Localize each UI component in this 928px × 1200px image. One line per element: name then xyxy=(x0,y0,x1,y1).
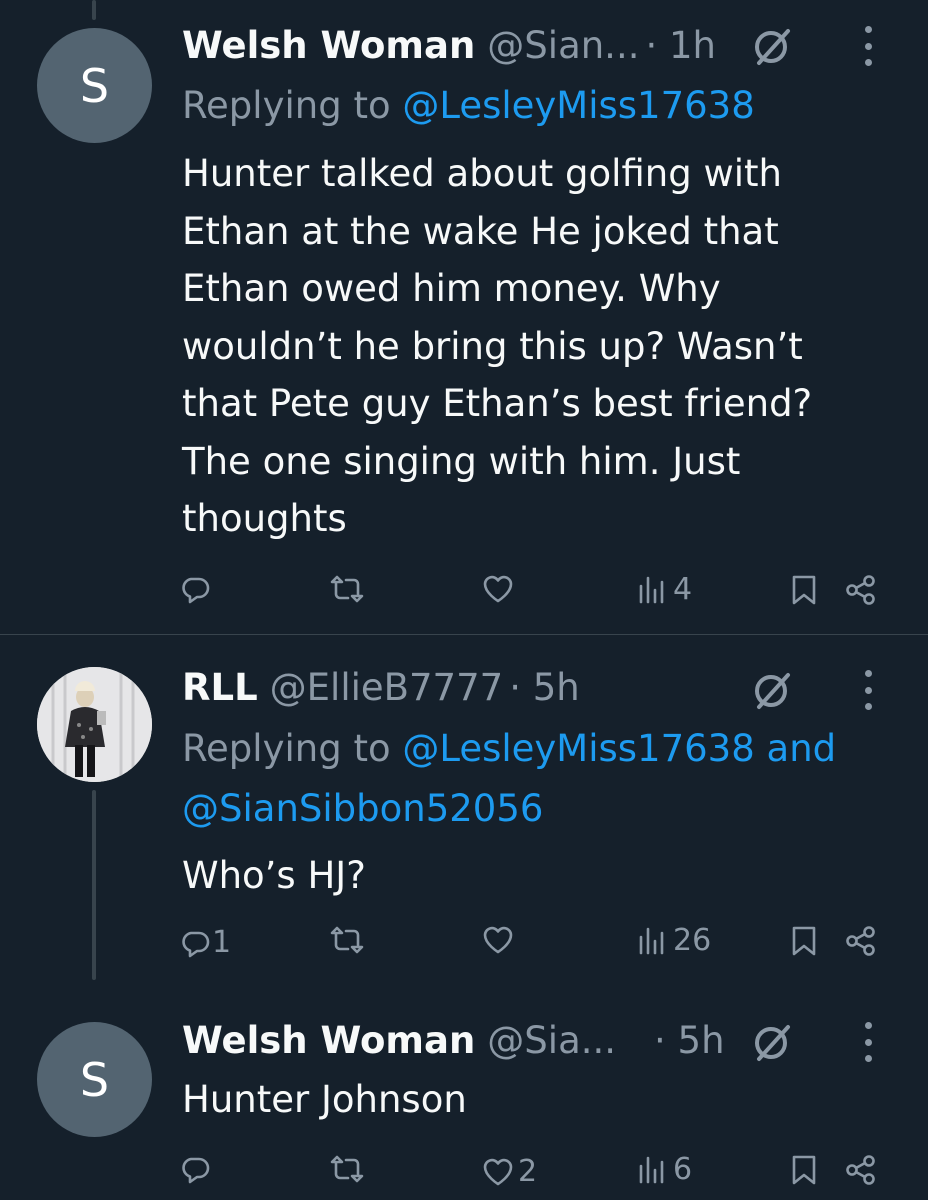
reply-icon xyxy=(182,577,210,604)
views-count: 4 xyxy=(673,572,693,607)
reply-count: 1 xyxy=(212,925,232,960)
views-icon xyxy=(639,927,664,954)
tweet-header: RLL @EllieB7777 · 5h xyxy=(182,662,580,712)
views-count: 6 xyxy=(673,1152,693,1187)
profile-photo xyxy=(37,667,152,782)
share-icon xyxy=(846,926,875,956)
tweet-text-line: The one singing with him. Just xyxy=(182,439,741,483)
tweet-text-line: Ethan owed him money. Why xyxy=(182,267,721,310)
tweet-text: Who’s HJ? xyxy=(182,847,862,905)
bookmark-icon xyxy=(792,1155,816,1185)
more-icon[interactable] xyxy=(862,670,874,710)
user-handle[interactable]: @EllieB7777 xyxy=(270,666,504,709)
views-icon xyxy=(639,576,664,603)
tweet[interactable]: S Welsh Woman @Sia... · 5h Hunter Johnso… xyxy=(0,1000,928,1200)
tweet-text-line: Hunter Johnson xyxy=(182,1078,467,1121)
bookmark-button[interactable] xyxy=(790,574,818,606)
like-button[interactable] xyxy=(482,574,514,604)
user-handle[interactable]: @Sian... xyxy=(487,24,639,67)
tweet-text: Hunter talked about golfing with Ethan a… xyxy=(182,145,862,548)
timestamp[interactable]: · 1h xyxy=(645,24,716,67)
mention-link[interactable]: @SianSibbon52056 xyxy=(182,779,836,839)
action-bar: 2 6 xyxy=(0,1150,928,1194)
repost-icon xyxy=(330,1155,364,1183)
views-count: 26 xyxy=(673,923,712,958)
share-button[interactable] xyxy=(845,1154,877,1186)
share-button[interactable] xyxy=(845,925,877,957)
bookmark-button[interactable] xyxy=(790,925,818,957)
replying-prefix: Replying to xyxy=(182,727,403,770)
reply-button[interactable]: 1 xyxy=(180,925,231,960)
like-count: 2 xyxy=(518,1154,538,1189)
replying-prefix: Replying to xyxy=(182,84,403,127)
repost-button[interactable] xyxy=(330,574,364,604)
tweet-text: Hunter Johnson xyxy=(182,1071,862,1129)
like-button[interactable] xyxy=(482,925,514,955)
tweet-text-line: wouldn’t he bring this up? Wasn’t xyxy=(182,324,803,368)
tweet-header: Welsh Woman @Sia... · 5h xyxy=(182,1015,725,1065)
tweet-header: Welsh Woman @Sian... · 1h xyxy=(182,20,716,70)
repost-button[interactable] xyxy=(330,1154,364,1184)
tweet-text-line: thoughts xyxy=(182,497,347,540)
reply-button[interactable] xyxy=(180,574,210,604)
more-icon[interactable] xyxy=(862,1022,874,1062)
more-icon[interactable] xyxy=(862,26,874,66)
bookmark-icon xyxy=(792,575,816,605)
tweet-text-line: Who’s HJ? xyxy=(182,854,366,897)
grok-icon[interactable] xyxy=(752,1022,792,1062)
reply-icon xyxy=(182,1157,210,1184)
timestamp[interactable]: · 5h xyxy=(654,1019,725,1062)
like-icon xyxy=(483,575,513,603)
user-handle[interactable]: @Sia... xyxy=(487,1019,616,1062)
action-bar: 4 xyxy=(0,570,928,614)
grok-icon[interactable] xyxy=(752,26,792,66)
bookmark-icon xyxy=(792,926,816,956)
tweet-text-line: that Pete guy Ethan’s best friend? xyxy=(182,382,813,425)
avatar[interactable]: S xyxy=(37,28,152,143)
tweet-text-line: Ethan at the wake He joked that xyxy=(182,209,779,253)
avatar[interactable]: S xyxy=(37,1022,152,1137)
bookmark-button[interactable] xyxy=(790,1154,818,1186)
mention-link[interactable]: @LesleyMiss17638 xyxy=(402,84,754,127)
views-icon xyxy=(639,1156,664,1183)
share-icon xyxy=(846,575,875,605)
tweet-text-line: Hunter talked about golfing with xyxy=(182,152,782,195)
repost-button[interactable] xyxy=(330,925,364,955)
display-name[interactable]: Welsh Woman xyxy=(182,1019,475,1062)
like-icon xyxy=(483,1158,513,1185)
tweet[interactable]: S Welsh Woman @Sian... · 1h Replying to … xyxy=(0,0,928,634)
tweet[interactable]: RLL @EllieB7777 · 5h Replying to @Lesley… xyxy=(0,635,928,980)
display-name[interactable]: RLL xyxy=(182,666,258,709)
reply-button[interactable] xyxy=(180,1154,210,1184)
grok-icon[interactable] xyxy=(752,670,792,710)
reply-icon xyxy=(182,931,210,957)
avatar-letter: S xyxy=(79,1052,110,1107)
share-button[interactable] xyxy=(845,574,877,606)
repost-icon xyxy=(330,926,364,954)
display-name[interactable]: Welsh Woman xyxy=(182,24,475,67)
views-button[interactable]: 26 xyxy=(637,923,711,958)
views-button[interactable]: 4 xyxy=(637,572,692,607)
replying-to: Replying to @LesleyMiss17638 and @SianSi… xyxy=(182,719,836,839)
mention-link[interactable]: @LesleyMiss17638 and xyxy=(402,727,836,770)
timestamp[interactable]: · 5h xyxy=(509,666,580,709)
avatar[interactable] xyxy=(37,667,152,782)
like-icon xyxy=(483,926,513,954)
like-button[interactable]: 2 xyxy=(482,1154,537,1189)
views-button[interactable]: 6 xyxy=(637,1152,692,1187)
avatar-letter: S xyxy=(79,58,110,113)
share-icon xyxy=(846,1155,875,1185)
repost-icon xyxy=(330,575,364,603)
action-bar: 1 26 xyxy=(0,921,928,965)
replying-to: Replying to @LesleyMiss17638 xyxy=(182,76,755,136)
